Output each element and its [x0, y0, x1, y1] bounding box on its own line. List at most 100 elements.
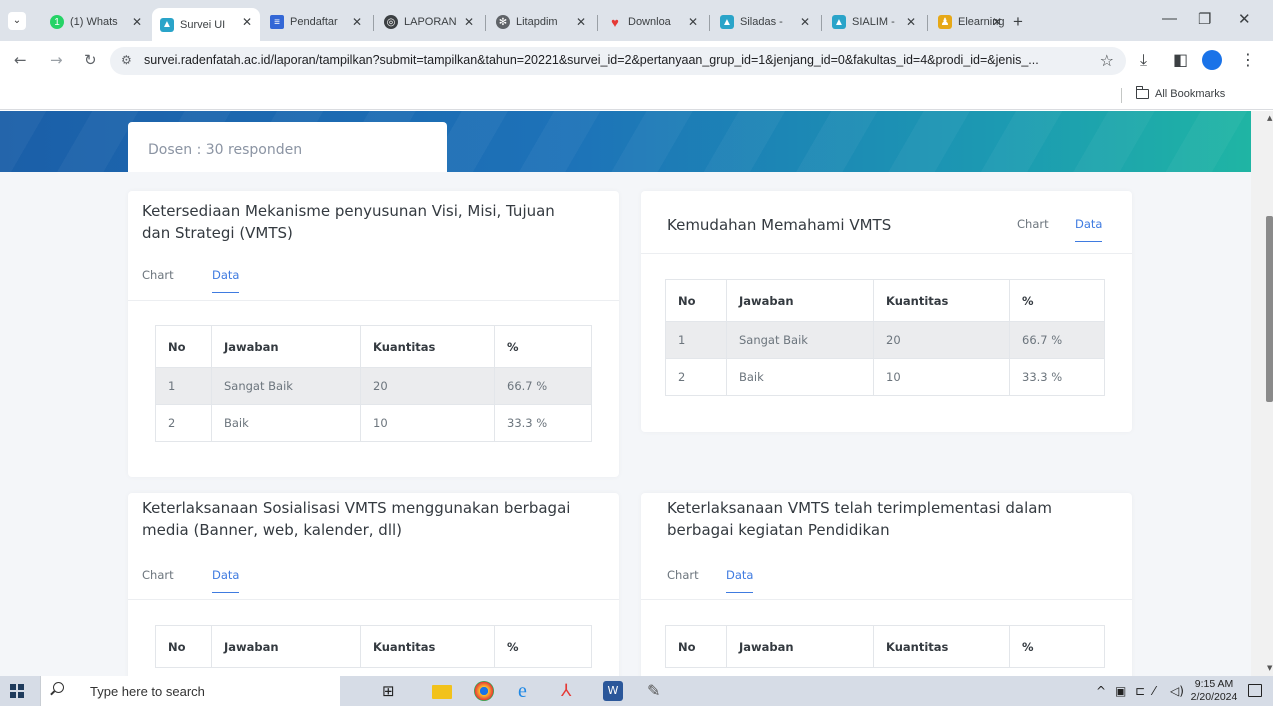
- col-header-kuantitas: Kuantitas: [360, 625, 495, 668]
- col-header-jawaban: Jawaban: [726, 625, 874, 668]
- scroll-down-arrow-icon[interactable]: ▼: [1267, 664, 1272, 672]
- col-header-no: No: [155, 325, 212, 368]
- card-title: Keterlaksanaan VMTS telah terimplementas…: [667, 499, 1053, 539]
- menu-kebab-icon[interactable]: ⋮: [1240, 50, 1256, 69]
- col-header-percent: %: [494, 625, 592, 668]
- tray-app-icon[interactable]: ▣: [1115, 684, 1126, 698]
- network-icon[interactable]: ⊏: [1135, 684, 1145, 698]
- bookmark-star-icon[interactable]: ☆: [1100, 51, 1114, 70]
- survey-card-4: Keterlaksanaan VMTS telah terimplementas…: [641, 493, 1132, 676]
- tab-data[interactable]: Data: [212, 568, 240, 593]
- task-view-icon[interactable]: ⊞: [382, 681, 402, 701]
- tab-search-menu-icon[interactable]: ⌄: [8, 12, 26, 30]
- tab-download[interactable]: ♥ Downloa ✕: [600, 8, 706, 36]
- windows-start-icon[interactable]: [10, 684, 24, 698]
- table-row: 1 Sangat Baik 20 66.7 %: [155, 367, 592, 405]
- internet-explorer-icon[interactable]: e: [518, 681, 538, 701]
- respondent-box: Dosen : 30 responden: [128, 122, 447, 172]
- browser-tab-strip: ⌄ 1 (1) Whats ✕ ▲ Survei UI ✕ ≡ Pendafta…: [0, 0, 1273, 41]
- chevron-up-icon[interactable]: ^: [1096, 684, 1106, 698]
- col-header-no: No: [665, 625, 727, 668]
- restore-icon[interactable]: ❐: [1198, 10, 1211, 28]
- back-icon[interactable]: ←: [14, 51, 27, 69]
- tab-chart[interactable]: Chart: [1017, 217, 1049, 241]
- tab-litapdim[interactable]: ✻ Litapdim ✕: [488, 8, 594, 36]
- col-header-kuantitas: Kuantitas: [873, 279, 1010, 322]
- url-text[interactable]: survei.radenfatah.ac.id/laporan/tampilka…: [144, 53, 1084, 67]
- new-tab-button[interactable]: +: [1013, 12, 1023, 32]
- col-header-percent: %: [1009, 279, 1105, 322]
- notification-icon[interactable]: [1248, 684, 1262, 697]
- col-header-jawaban: Jawaban: [211, 325, 361, 368]
- close-icon[interactable]: ✕: [132, 15, 142, 29]
- windows-taskbar: Type here to search ⊞ e ⅄ W ✎ ^ ▣ ⊏ ⁄ ◁)…: [0, 676, 1273, 706]
- data-table: No Jawaban Kuantitas % 1 Sangat Baik 20 …: [665, 279, 1105, 396]
- survey-card-3: Keterlaksanaan Sosialisasi VMTS mengguna…: [128, 493, 619, 676]
- respondent-count: Dosen : 30 responden: [148, 142, 303, 158]
- minimize-icon[interactable]: —: [1162, 10, 1177, 27]
- clock-time: 9:15 AM: [1194, 678, 1234, 690]
- page-viewport: Dosen : 30 responden Ketersediaan Mekani…: [0, 111, 1273, 676]
- close-icon[interactable]: ✕: [800, 15, 810, 29]
- close-icon[interactable]: ✕: [688, 15, 698, 29]
- whatsapp-icon: 1: [50, 15, 64, 29]
- tab-elearning[interactable]: ♟ Elearning ✕: [930, 8, 1010, 36]
- tab-survei-active[interactable]: ▲ Survei UI ✕: [152, 8, 260, 41]
- scroll-up-arrow-icon[interactable]: ▲: [1267, 114, 1272, 122]
- address-bar[interactable]: ⚙ survei.radenfatah.ac.id/laporan/tampil…: [110, 47, 1126, 75]
- settings-icon: ✻: [496, 15, 510, 29]
- all-bookmarks-button[interactable]: All Bookmarks: [1135, 86, 1226, 100]
- profile-avatar[interactable]: [1202, 50, 1222, 70]
- card-title: Ketersediaan Mekanisme penyusunan Visi, …: [142, 202, 555, 242]
- site-info-icon[interactable]: ⚙: [121, 53, 132, 67]
- forms-icon: ≡: [270, 15, 284, 29]
- taskbar-search-box[interactable]: Type here to search: [40, 676, 340, 706]
- col-header-no: No: [665, 279, 727, 322]
- search-placeholder: Type here to search: [90, 684, 205, 699]
- tab-pendaftar[interactable]: ≡ Pendaftar ✕: [262, 8, 370, 36]
- col-header-kuantitas: Kuantitas: [873, 625, 1010, 668]
- volume-icon[interactable]: ◁): [1170, 684, 1184, 698]
- pen-icon[interactable]: ⁄: [1153, 684, 1155, 698]
- close-icon[interactable]: ✕: [464, 15, 474, 29]
- close-icon[interactable]: ✕: [576, 15, 586, 29]
- scrollbar-thumb[interactable]: [1266, 216, 1273, 402]
- reload-icon[interactable]: ↻: [84, 51, 97, 69]
- chrome-icon[interactable]: [474, 681, 494, 701]
- elearning-icon: ♟: [938, 15, 952, 29]
- col-header-percent: %: [1009, 625, 1105, 668]
- system-clock[interactable]: 9:15 AM 2/20/2024: [1190, 678, 1238, 704]
- tab-chart[interactable]: Chart: [667, 568, 699, 592]
- col-header-kuantitas: Kuantitas: [360, 325, 495, 368]
- tab-chart[interactable]: Chart: [142, 568, 174, 592]
- col-header-no: No: [155, 625, 212, 668]
- survey-card-1: Ketersediaan Mekanisme penyusunan Visi, …: [128, 191, 619, 477]
- tab-chart[interactable]: Chart: [142, 268, 174, 292]
- tab-whatsapp[interactable]: 1 (1) Whats ✕: [42, 8, 150, 36]
- col-header-jawaban: Jawaban: [211, 625, 361, 668]
- close-icon[interactable]: ✕: [992, 15, 1002, 29]
- col-header-jawaban: Jawaban: [726, 279, 874, 322]
- tab-siladas[interactable]: ▲ Siladas - ✕: [712, 8, 818, 36]
- close-icon[interactable]: ✕: [352, 15, 362, 29]
- all-bookmarks-label: All Bookmarks: [1155, 88, 1226, 100]
- close-window-icon[interactable]: ✕: [1238, 10, 1251, 28]
- side-panel-icon[interactable]: ◧: [1173, 50, 1188, 69]
- tab-data[interactable]: Data: [1075, 217, 1103, 242]
- tab-sialim[interactable]: ▲ SIALIM - ✕: [824, 8, 924, 36]
- data-table: No Jawaban Kuantitas %: [665, 625, 1105, 668]
- university-icon: ▲: [720, 15, 734, 29]
- close-icon[interactable]: ✕: [906, 15, 916, 29]
- survey-card-2: Kemudahan Memahami VMTS Chart Data No Ja…: [641, 191, 1132, 432]
- paint-icon[interactable]: ✎: [647, 681, 667, 701]
- word-icon[interactable]: W: [603, 681, 623, 701]
- university-icon: ▲: [160, 17, 174, 32]
- download-icon[interactable]: ⤓: [1140, 50, 1147, 70]
- acrobat-icon[interactable]: ⅄: [561, 681, 581, 701]
- forward-icon[interactable]: →: [50, 51, 63, 69]
- tab-data[interactable]: Data: [212, 268, 240, 293]
- tab-data[interactable]: Data: [726, 568, 754, 593]
- tab-laporan[interactable]: ◎ LAPORAN ✕: [376, 8, 482, 36]
- file-explorer-icon[interactable]: [432, 685, 452, 699]
- close-icon[interactable]: ✕: [242, 15, 252, 29]
